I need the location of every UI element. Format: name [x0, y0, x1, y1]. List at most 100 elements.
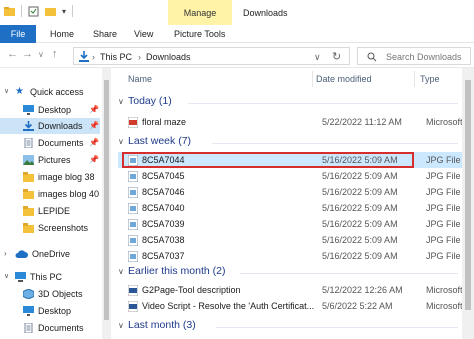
file-date: 5/16/2022 5:09 AM [322, 219, 398, 229]
collapse-chevron-icon[interactable]: ∨ [118, 137, 128, 146]
sidebar-item-downloads[interactable]: Downloads 📌 [0, 118, 100, 134]
column-divider[interactable] [414, 71, 415, 87]
sidebar-item-quick-access[interactable]: ∨ ★ Quick access [0, 84, 100, 100]
search-box[interactable]: Search Downloads [357, 47, 471, 65]
sidebar-item-desktop[interactable]: Desktop 📌 [0, 102, 100, 118]
recent-locations-chevron-icon[interactable]: ∨ [38, 50, 44, 59]
word-icon [128, 285, 138, 296]
search-placeholder: Search Downloads [386, 52, 462, 62]
desktop-icon [23, 306, 34, 316]
file-name: 8C5A7045 [142, 171, 185, 181]
pin-icon[interactable]: 📌 [89, 102, 99, 118]
file-name: 8C5A7039 [142, 219, 185, 229]
sidebar-item-label: Screenshots [38, 223, 89, 233]
sidebar-item-3d-objects[interactable]: 3D Objects [0, 286, 100, 302]
sidebar-scrollbar[interactable] [102, 68, 111, 339]
sidebar-item-documents-pc[interactable]: Documents [0, 320, 100, 336]
forward-arrow-icon[interactable]: → [22, 48, 33, 60]
sidebar-item-documents[interactable]: Documents 📌 [0, 135, 100, 151]
scrollbar-thumb[interactable] [465, 80, 471, 310]
tab-share[interactable]: Share [93, 25, 117, 43]
file-row[interactable]: floral maze 5/22/2022 11:12 AM Microsoft… [118, 114, 468, 130]
file-row[interactable]: Video Script - Resolve the 'Auth Certifi… [118, 298, 468, 314]
scrollbar-thumb[interactable] [104, 80, 109, 320]
pin-icon[interactable]: 📌 [89, 118, 99, 134]
file-date: 5/16/2022 5:09 AM [322, 203, 398, 213]
file-type: JPG File [426, 203, 461, 213]
sidebar-item-label: OneDrive [32, 249, 71, 259]
expand-chevron-icon[interactable]: ∨ [4, 269, 9, 285]
file-row[interactable]: 8C5A7039 5/16/2022 5:09 AM JPG File [118, 216, 466, 232]
sidebar-item-screenshots[interactable]: Screenshots [0, 220, 100, 236]
address-bar[interactable]: › This PC › Downloads ∨ ↻ [73, 47, 350, 65]
sidebar-item-this-pc[interactable]: ∨ This PC [0, 269, 100, 285]
tab-file[interactable]: File [0, 25, 36, 43]
sidebar-item-label: This PC [30, 272, 63, 282]
folder-icon [23, 223, 34, 233]
properties-icon[interactable] [28, 6, 39, 17]
group-label: Last month (3) [128, 319, 196, 331]
sidebar-item-image-blog-38[interactable]: image blog 38 [0, 169, 100, 185]
cube-icon [23, 289, 34, 299]
group-header-last-month[interactable]: ∨ Last month (3) [118, 319, 196, 331]
tab-view[interactable]: View [134, 25, 153, 43]
sidebar-item-label: images blog 40 [38, 189, 100, 199]
breadcrumb-this-pc[interactable]: This PC [100, 52, 132, 62]
file-list-scrollbar[interactable] [462, 68, 474, 339]
sidebar-item-pictures[interactable]: Pictures 📌 [0, 152, 100, 168]
file-name: 8C5A7038 [142, 235, 185, 245]
collapse-chevron-icon[interactable]: ∨ [118, 97, 128, 106]
sidebar-item-lepide[interactable]: LEPIDE [0, 203, 100, 219]
file-row[interactable]: G2Page-Tool description 5/12/2022 12:26 … [118, 282, 468, 298]
column-header-type[interactable]: Type [420, 74, 440, 84]
group-divider [240, 273, 458, 274]
file-row[interactable]: 8C5A7038 5/16/2022 5:09 AM JPG File [118, 232, 466, 248]
download-location-icon [79, 51, 89, 62]
pin-icon[interactable]: 📌 [89, 135, 99, 151]
desktop-icon [23, 105, 34, 115]
sidebar-item-label: Desktop [38, 105, 72, 115]
documents-icon [24, 323, 33, 333]
file-type: JPG File [426, 251, 461, 261]
collapse-chevron-icon[interactable]: ∨ [118, 321, 128, 330]
sidebar-item-desktop-pc[interactable]: Desktop [0, 303, 100, 319]
column-header-date[interactable]: Date modified [316, 74, 372, 84]
up-arrow-icon[interactable]: ↑ [52, 48, 58, 60]
file-row[interactable]: 8C5A7045 5/16/2022 5:09 AM JPG File [118, 168, 466, 184]
group-header-earlier-this-month[interactable]: ∨ Earlier this month (2) [118, 265, 225, 277]
file-row[interactable]: 8C5A7046 5/16/2022 5:09 AM JPG File [118, 184, 466, 200]
file-row[interactable]: 8C5A7037 5/16/2022 5:09 AM JPG File [118, 248, 466, 264]
expand-chevron-icon[interactable]: › [4, 246, 7, 262]
star-icon: ★ [15, 86, 24, 97]
tab-picture-tools[interactable]: Picture Tools [174, 25, 225, 43]
column-divider[interactable] [312, 71, 313, 87]
breadcrumb-downloads[interactable]: Downloads [146, 52, 191, 62]
group-label: Earlier this month (2) [128, 265, 226, 277]
collapse-chevron-icon[interactable]: ∨ [118, 267, 128, 276]
file-name: G2Page-Tool description [142, 285, 241, 295]
file-type: JPG File [426, 219, 461, 229]
file-date: 5/16/2022 5:09 AM [322, 187, 398, 197]
file-name: Video Script - Resolve the 'Auth Certifi… [142, 301, 315, 311]
sidebar-item-label: LEPIDE [38, 206, 71, 216]
sidebar-item-label: Downloads [38, 121, 83, 131]
navigation-bar: ← → ∨ ↑ › This PC › Downloads ∨ ↻ Search… [0, 44, 474, 68]
customize-toolbar-icon[interactable]: ▾ [62, 7, 66, 16]
expand-chevron-icon[interactable]: ∨ [4, 84, 9, 100]
pc-icon [15, 272, 26, 282]
group-header-today[interactable]: ∨ Today (1) [118, 95, 172, 107]
file-row[interactable]: 8C5A7040 5/16/2022 5:09 AM JPG File [118, 200, 466, 216]
tab-home[interactable]: Home [50, 25, 74, 43]
group-header-last-week[interactable]: ∨ Last week (7) [118, 135, 191, 147]
refresh-icon[interactable]: ↻ [332, 50, 341, 63]
sidebar-item-onedrive[interactable]: › OneDrive [0, 246, 100, 262]
address-dropdown-icon[interactable]: ∨ [314, 52, 321, 63]
new-folder-icon[interactable] [45, 6, 56, 17]
file-date: 5/16/2022 5:09 AM [322, 251, 398, 261]
back-arrow-icon[interactable]: ← [7, 48, 18, 60]
pin-icon[interactable]: 📌 [89, 152, 99, 168]
sidebar-item-images-blog-40[interactable]: images blog 40 [0, 186, 100, 202]
column-header-name[interactable]: Name [128, 74, 152, 84]
image-file-icon [128, 219, 138, 230]
pdf-icon [128, 117, 138, 128]
